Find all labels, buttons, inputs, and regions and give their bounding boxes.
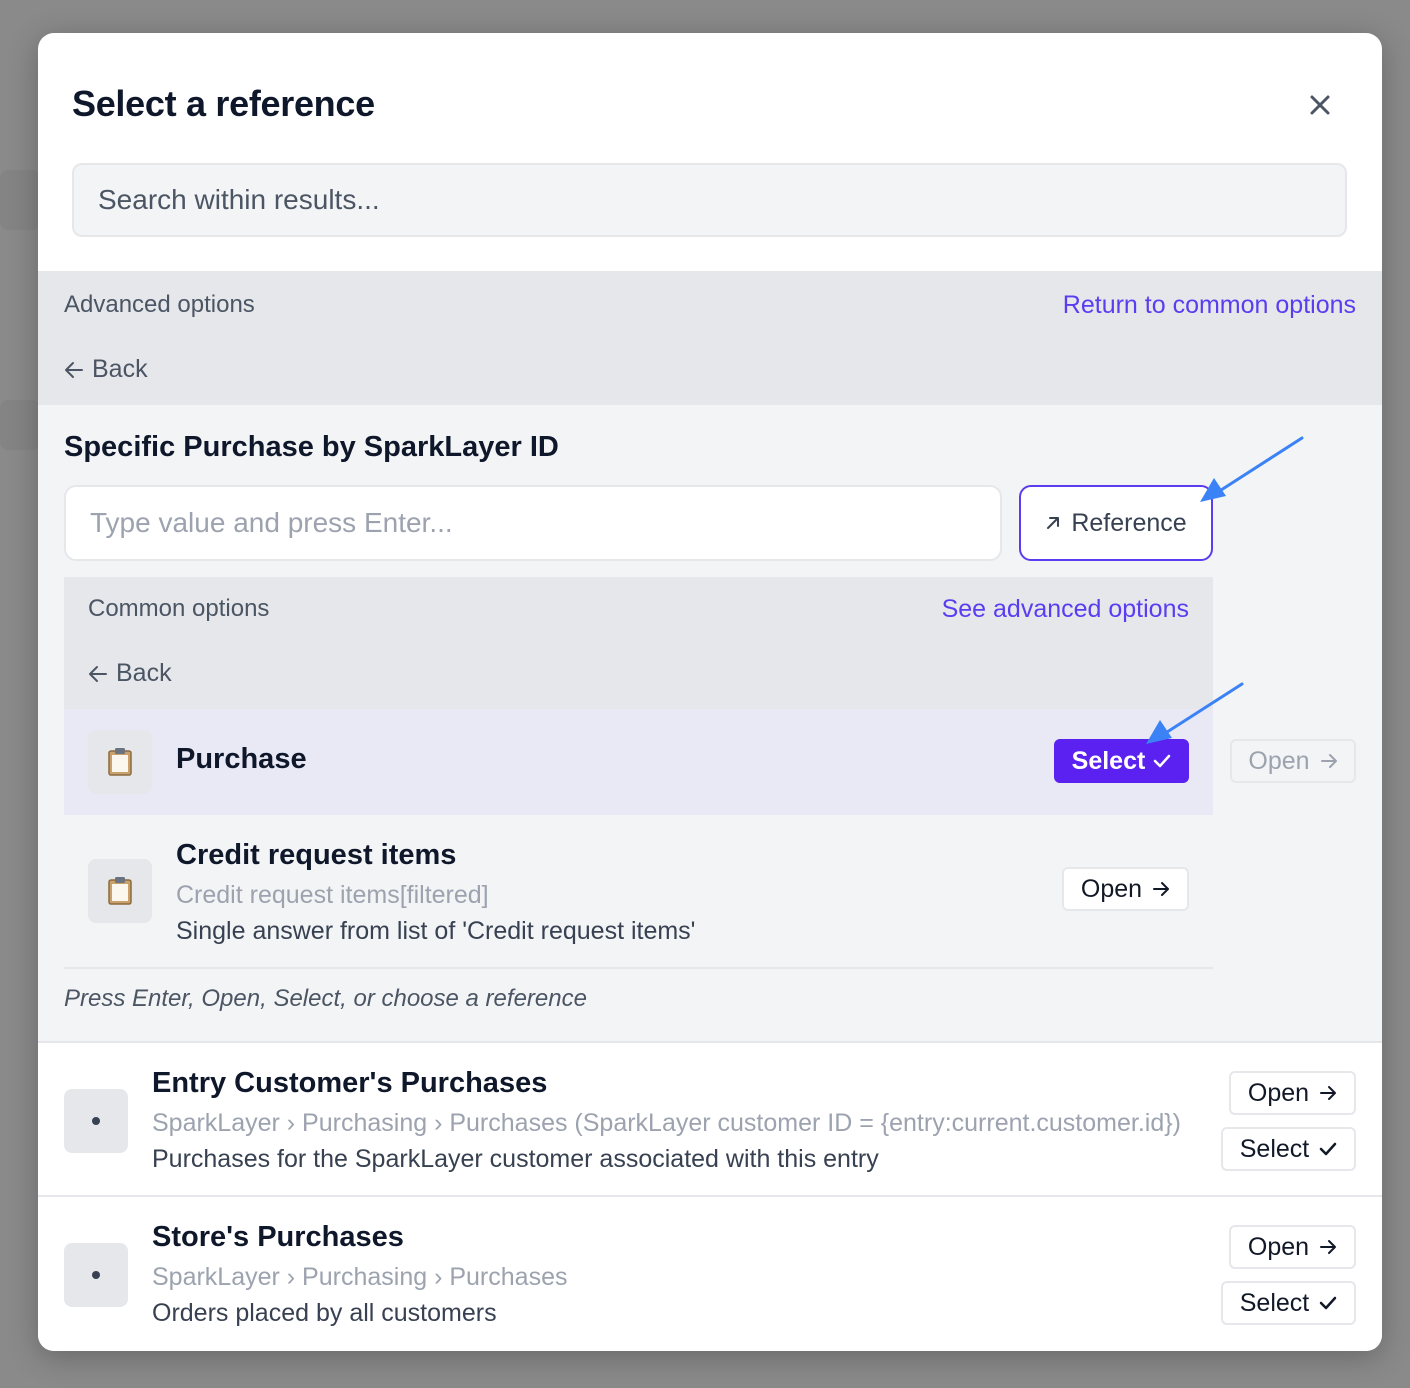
check-icon [1319, 1142, 1337, 1156]
back-label: Back [116, 659, 172, 687]
clipboard-icon [88, 859, 152, 923]
item-path: SparkLayer › Purchasing › Purchases (Spa… [152, 1109, 1181, 1137]
see-advanced-link[interactable]: See advanced options [942, 595, 1189, 624]
select-label: Select [1239, 1134, 1310, 1163]
list-item[interactable]: Credit request items Credit request item… [64, 815, 1213, 969]
search-input[interactable] [74, 165, 1345, 235]
arrow-left-icon [89, 665, 107, 682]
backdrop-blur-block [0, 400, 40, 450]
arrow-right-icon [1320, 1240, 1337, 1254]
reference-dialog: Select a reference Advanced options Retu… [38, 33, 1382, 1351]
search-field[interactable] [72, 163, 1347, 237]
select-button[interactable]: Select [1221, 1281, 1356, 1325]
check-icon [1319, 1296, 1337, 1310]
open-label: Open [1080, 874, 1143, 903]
advanced-back-button[interactable]: Back [64, 355, 148, 384]
open-button[interactable]: Open [1229, 1071, 1356, 1115]
reference-button[interactable]: Reference [1019, 485, 1213, 561]
arrow-right-icon [1320, 1086, 1337, 1100]
common-options-label: Common options [88, 595, 270, 622]
close-icon [1310, 95, 1330, 115]
arrow-right-icon [1320, 754, 1337, 768]
item-title: Entry Customer's Purchases [152, 1067, 548, 1099]
open-label: Open [1247, 1232, 1310, 1261]
check-icon [1154, 754, 1171, 768]
open-label: Open [1247, 1078, 1310, 1107]
item-title: Purchase [176, 743, 307, 775]
value-input[interactable] [66, 487, 1000, 559]
item-title: Credit request items [176, 839, 457, 871]
advanced-options-body: Specific Purchase by SparkLayer ID Refer… [38, 405, 1382, 1041]
item-description: Orders placed by all customers [152, 1299, 497, 1327]
open-button[interactable]: Open [1062, 867, 1189, 911]
item-description: Purchases for the SparkLayer customer as… [152, 1145, 879, 1173]
open-button[interactable]: Open [1229, 1225, 1356, 1269]
result-row[interactable]: Store's Purchases SparkLayer › Purchasin… [38, 1195, 1382, 1351]
list-item[interactable]: Purchase Select [64, 709, 1213, 815]
item-path: SparkLayer › Purchasing › Purchases [152, 1263, 568, 1291]
common-back-button[interactable]: Back [88, 659, 172, 688]
select-button[interactable]: Select [1221, 1127, 1356, 1171]
arrow-right-icon [1153, 882, 1170, 896]
item-title: Store's Purchases [152, 1221, 404, 1253]
result-row[interactable]: Entry Customer's Purchases SparkLayer › … [38, 1041, 1382, 1197]
close-button[interactable] [1300, 85, 1340, 125]
reference-button-label: Reference [1071, 508, 1187, 537]
select-button[interactable]: Select [1054, 739, 1189, 783]
item-path: Credit request items[filtered] [176, 881, 489, 909]
dot-icon [64, 1089, 128, 1153]
select-label: Select [1071, 746, 1146, 775]
arrow-left-icon [65, 361, 83, 378]
select-label: Select [1239, 1288, 1310, 1317]
dot-icon [64, 1243, 128, 1307]
backdrop-blur-block [0, 170, 40, 230]
back-label: Back [92, 355, 148, 383]
open-button[interactable]: Open [1230, 739, 1356, 783]
dialog-title: Select a reference [72, 83, 375, 124]
item-description: Single answer from list of 'Credit reque… [176, 917, 696, 945]
arrow-up-right-icon [1047, 517, 1060, 529]
advanced-options-label: Advanced options [64, 291, 255, 318]
open-label: Open [1248, 746, 1310, 775]
return-to-common-link[interactable]: Return to common options [1063, 291, 1356, 320]
clipboard-icon [88, 730, 152, 794]
common-options-panel: Common options See advanced options Back [64, 577, 1213, 969]
advanced-options-header: Advanced options Return to common option… [38, 271, 1382, 405]
common-options-header: Common options See advanced options Back [64, 577, 1213, 709]
hint-text: Press Enter, Open, Select, or choose a r… [64, 985, 587, 1012]
value-field[interactable] [64, 485, 1002, 561]
field-title: Specific Purchase by SparkLayer ID [64, 431, 559, 463]
